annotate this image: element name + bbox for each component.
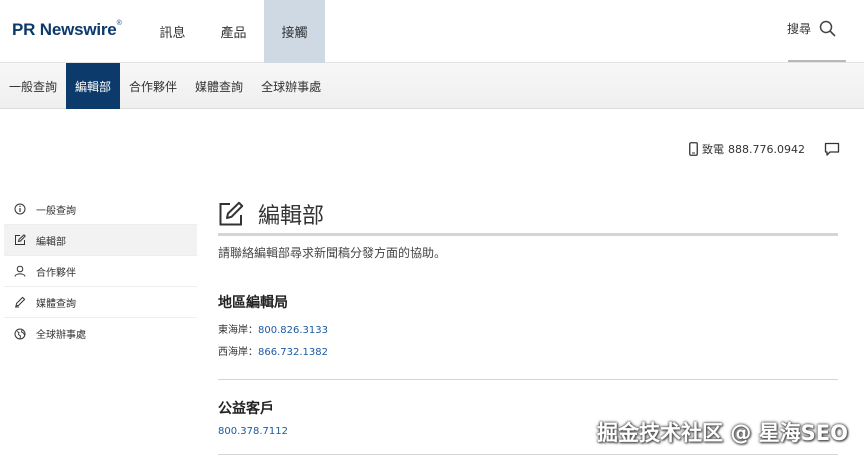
page-title: 編輯部	[258, 204, 325, 229]
brand-logo[interactable]: PR Newswire®	[12, 20, 122, 40]
edit-icon	[219, 201, 244, 226]
sidebar-item-offices[interactable]: 全球辦事處	[4, 318, 197, 349]
phone-label: 致電	[702, 143, 725, 156]
phone-line-east: 東海岸：800.826.3133	[218, 321, 328, 336]
phone-line-label: 西海岸：	[218, 347, 258, 358]
sub-nav: 一般查詢 編輯部 合作夥伴 媒體查詢 全球辦事處	[0, 63, 864, 109]
search-label: 搜尋	[786, 22, 811, 36]
sub-nav-item-editorial[interactable]: 編輯部	[66, 63, 121, 109]
phone-link-nonprofit[interactable]: 800.378.7112	[218, 426, 288, 437]
top-nav-item-products[interactable]: 產品	[203, 0, 264, 63]
page-header: 編輯部	[218, 198, 838, 230]
top-bar: PR Newswire® 訊息 產品 接觸 搜尋	[0, 0, 864, 63]
sidebar: 一般查詢 編輯部 合作夥伴 媒體查詢 全球辦事處	[4, 194, 197, 349]
sub-nav-item-partners[interactable]: 合作夥伴	[120, 63, 186, 109]
intro-text: 請聯絡編輯部尋求新聞稿分發方面的協助。	[218, 246, 447, 260]
sub-nav-item-general[interactable]: 一般查詢	[0, 63, 66, 109]
search-underline	[788, 60, 846, 62]
sidebar-item-label: 媒體查詢	[36, 298, 76, 310]
sidebar-item-label: 編輯部	[36, 236, 66, 248]
search-button[interactable]: 搜尋	[787, 20, 836, 37]
watermark: 掘金技术社区 @ 星海SEO	[597, 421, 848, 445]
title-divider	[218, 233, 838, 236]
sidebar-item-label: 全球辦事處	[36, 330, 86, 341]
globe-icon	[14, 328, 26, 339]
phone-number: 888.776.0942	[728, 142, 805, 156]
phone-contact[interactable]: 致電 888.776.0942	[689, 141, 805, 157]
section-title-nonprofit: 公益客戶	[218, 401, 274, 417]
section-title-regional: 地區編輯局	[218, 295, 288, 311]
sidebar-item-editorial[interactable]: 編輯部	[4, 225, 197, 256]
phone-line-label: 東海岸：	[218, 325, 258, 336]
edit-icon	[15, 234, 26, 245]
info-icon	[14, 203, 26, 215]
top-nav-item-contact[interactable]: 接觸	[264, 0, 325, 63]
main-content: 編輯部 請聯絡編輯部尋求新聞稿分發方面的協助。 地區編輯局 東海岸：800.82…	[218, 198, 838, 455]
chat-icon	[824, 142, 840, 156]
sidebar-item-label: 一般查詢	[36, 205, 76, 217]
phone-line-nonprofit: 800.378.7112	[218, 426, 288, 437]
chat-button[interactable]	[824, 142, 840, 161]
phone-link-west[interactable]: 866.732.1382	[258, 347, 328, 358]
section-divider	[218, 454, 838, 455]
sub-nav-item-media[interactable]: 媒體查詢	[186, 63, 252, 109]
phone-icon	[689, 142, 698, 156]
top-nav: 訊息 產品 接觸	[142, 0, 325, 63]
search-icon	[819, 20, 836, 37]
sidebar-item-media[interactable]: 媒體查詢	[4, 287, 197, 318]
phone-line-west: 西海岸：866.732.1382	[218, 343, 328, 358]
sidebar-item-label: 合作夥伴	[36, 267, 76, 279]
pen-icon	[15, 296, 26, 308]
top-nav-item-news[interactable]: 訊息	[142, 0, 203, 63]
sidebar-item-general[interactable]: 一般查詢	[4, 194, 197, 225]
sub-nav-item-offices[interactable]: 全球辦事處	[252, 63, 330, 109]
user-icon	[14, 265, 26, 277]
sidebar-item-partners[interactable]: 合作夥伴	[4, 256, 197, 287]
phone-link-east[interactable]: 800.826.3133	[258, 325, 328, 336]
section-divider	[218, 379, 838, 380]
